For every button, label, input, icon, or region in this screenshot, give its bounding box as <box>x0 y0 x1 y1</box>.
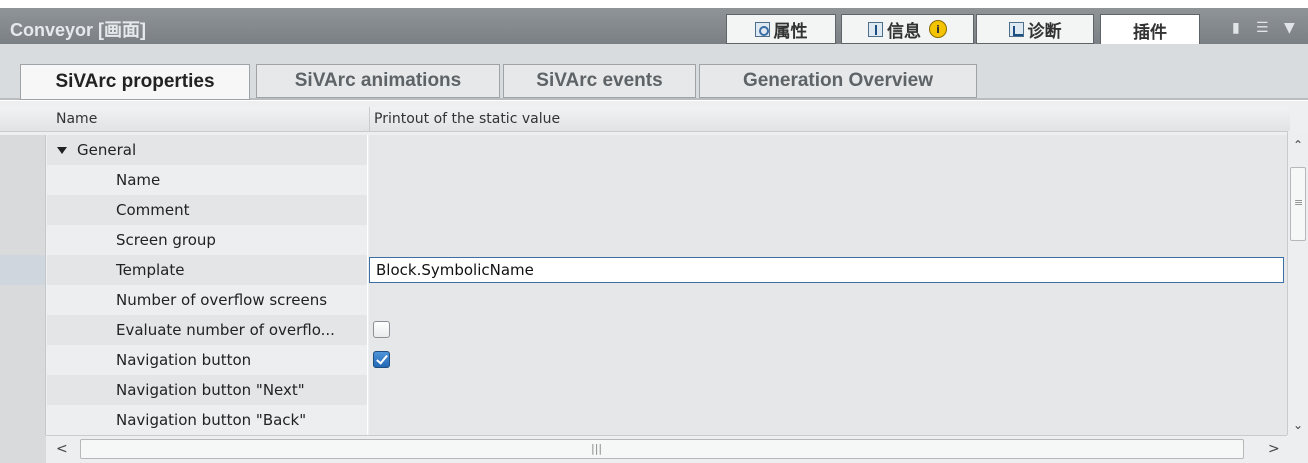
tab-properties-label: 属性 <box>773 21 808 42</box>
info-badge-icon: i <box>929 20 947 38</box>
row-header <box>0 405 46 435</box>
scroll-up-icon[interactable]: ⌃ <box>1293 139 1303 151</box>
row-value-cell[interactable] <box>369 315 1287 345</box>
tab-sivarc-properties-label: SiVArc properties <box>55 71 215 92</box>
tab-sivarc-animations[interactable]: SiVArc animations <box>256 64 500 98</box>
expand-triangle-icon[interactable] <box>57 147 67 154</box>
row-name: Navigation button <box>116 351 252 369</box>
column-divider <box>369 107 370 131</box>
restore-icon[interactable]: ▮ <box>1232 20 1240 36</box>
row-name: General <box>77 141 137 159</box>
scroll-down-icon[interactable]: ⌄ <box>1293 419 1303 431</box>
tab-sivarc-events-label: SiVArc events <box>536 70 663 91</box>
row-value-cell[interactable] <box>369 285 1287 315</box>
scroll-corner <box>0 435 46 463</box>
row-name: Comment <box>116 201 190 219</box>
scroll-left-icon[interactable]: < <box>56 442 68 456</box>
row-value-cell[interactable]: Block.SymbolicName <box>369 255 1287 285</box>
row-name-cell: Comment <box>47 195 368 225</box>
vertical-scrollbar[interactable]: ⌃ ≡ ⌄ <box>1287 131 1308 435</box>
row-header <box>0 225 46 255</box>
row-name-cell: General <box>47 135 368 165</box>
tab-sivarc-events[interactable]: SiVArc events <box>503 64 696 98</box>
title-bar-background: Conveyor [画面] 属性 信息 i 诊断 插件 ▮ ☰ ▼ <box>0 8 1308 45</box>
grip-icon: ||| <box>591 442 603 455</box>
scroll-corner-right <box>1287 435 1308 463</box>
row-name: Screen group <box>116 231 216 249</box>
row-name-cell: Screen group <box>47 225 368 255</box>
table-row[interactable]: Number of overflow screens <box>0 285 1287 315</box>
properties-icon <box>754 21 770 37</box>
tab-plugins[interactable]: 插件 <box>1100 14 1200 45</box>
tab-sivarc-properties[interactable]: SiVArc properties <box>20 64 250 100</box>
table-row[interactable]: Navigation button "Back" <box>0 405 1287 435</box>
row-value-cell[interactable] <box>369 135 1287 165</box>
table-row[interactable]: Name <box>0 165 1287 195</box>
diagnostics-icon <box>1008 21 1024 37</box>
column-header-name[interactable]: Name <box>56 107 97 131</box>
row-name-cell: Navigation button "Back" <box>47 405 368 435</box>
row-name: Name <box>116 171 161 189</box>
tab-properties[interactable]: 属性 <box>726 14 836 44</box>
tab-info-label: 信息 <box>887 21 921 42</box>
row-value-cell[interactable] <box>369 405 1287 435</box>
info-icon <box>868 21 883 37</box>
tab-diagnostics-label: 诊断 <box>1027 21 1062 42</box>
row-name: Number of overflow screens <box>116 291 328 309</box>
row-value-cell[interactable] <box>369 345 1287 375</box>
template-value-input[interactable]: Block.SymbolicName <box>369 257 1284 283</box>
chevron-down-icon[interactable]: ▼ <box>1284 20 1295 36</box>
row-name-cell: Navigation button "Next" <box>47 375 368 405</box>
table-row[interactable]: Screen group <box>0 225 1287 255</box>
layout-icon[interactable]: ☰ <box>1256 20 1269 36</box>
sub-tab-row: SiVArc properties SiVArc animations SiVA… <box>0 44 1308 100</box>
table-row[interactable]: Template Block.SymbolicName <box>0 255 1287 285</box>
row-header <box>0 135 46 165</box>
panel-title-bar: Conveyor [画面] 属性 信息 i 诊断 插件 ▮ ☰ ▼ <box>0 0 1308 45</box>
tab-info[interactable]: 信息 i <box>841 14 974 44</box>
tab-generation-overview[interactable]: Generation Overview <box>699 64 977 98</box>
scroll-right-icon[interactable]: > <box>1268 442 1280 456</box>
row-name: Evaluate number of overflo... <box>116 321 335 339</box>
row-value-cell[interactable] <box>369 375 1287 405</box>
vertical-scroll-thumb[interactable]: ≡ <box>1290 167 1306 241</box>
grip-icon: ≡ <box>1294 196 1304 209</box>
row-name-cell: Number of overflow screens <box>47 285 368 315</box>
table-row[interactable]: Navigation button "Next" <box>0 375 1287 405</box>
horizontal-scrollbar[interactable]: < ||| > <box>46 435 1287 463</box>
row-header <box>0 255 46 285</box>
row-header <box>0 375 46 405</box>
tab-generation-overview-label: Generation Overview <box>742 70 934 91</box>
evaluate-overflow-checkbox[interactable] <box>373 321 390 338</box>
row-name: Template <box>116 261 185 279</box>
properties-grid: Name Printout of the static value Genera… <box>0 101 1308 463</box>
row-name: Navigation button "Next" <box>116 381 305 399</box>
row-value-cell[interactable] <box>369 225 1287 255</box>
row-name-cell: Navigation button <box>47 345 368 375</box>
horizontal-scroll-thumb[interactable]: ||| <box>80 439 1244 459</box>
row-header <box>0 345 46 375</box>
row-header <box>0 315 46 345</box>
row-name: Navigation button "Back" <box>116 411 307 429</box>
tab-plugins-label: 插件 <box>1133 22 1167 43</box>
row-name-cell: Template <box>47 255 368 285</box>
row-name-cell: Name <box>47 165 368 195</box>
grid-header: Name Printout of the static value <box>0 107 1290 132</box>
table-row[interactable]: Evaluate number of overflo... <box>0 315 1287 345</box>
tab-diagnostics[interactable]: 诊断 <box>976 14 1094 44</box>
table-row[interactable]: General <box>0 135 1287 165</box>
row-value-cell[interactable] <box>369 195 1287 225</box>
column-header-static-value[interactable]: Printout of the static value <box>374 107 560 131</box>
navigation-button-checkbox[interactable] <box>373 351 390 368</box>
row-value-cell[interactable] <box>369 165 1287 195</box>
table-row[interactable]: Navigation button <box>0 345 1287 375</box>
panel-title: Conveyor [画面] <box>10 20 147 40</box>
row-header <box>0 285 46 315</box>
row-header <box>0 195 46 225</box>
table-row[interactable]: Comment <box>0 195 1287 225</box>
row-name-cell: Evaluate number of overflo... <box>47 315 368 345</box>
row-header <box>0 165 46 195</box>
tab-sivarc-animations-label: SiVArc animations <box>294 70 462 91</box>
